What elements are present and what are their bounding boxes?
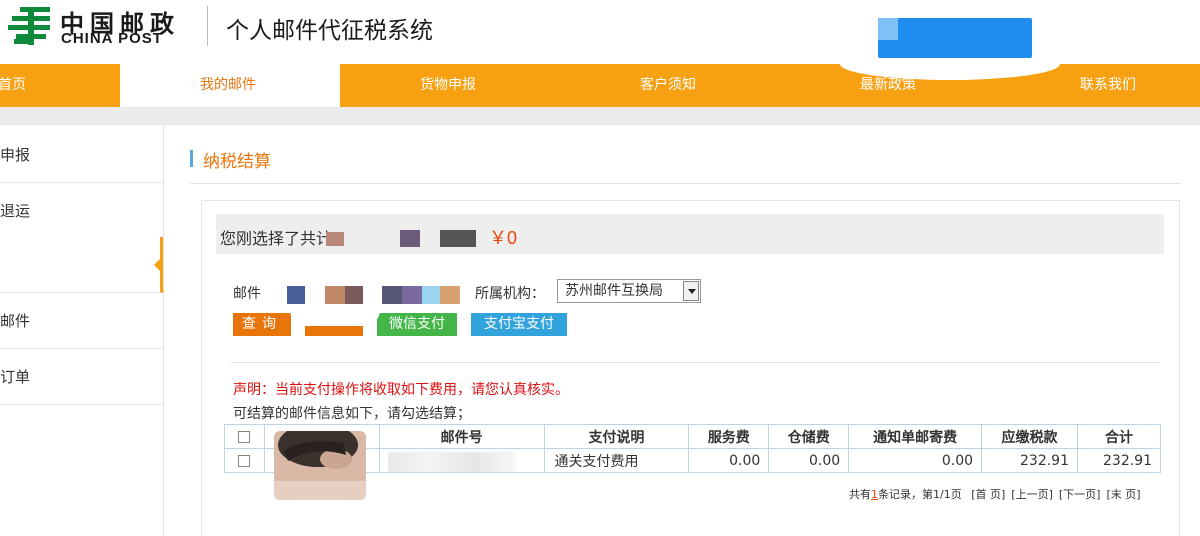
column-header: 仓储费	[768, 424, 850, 449]
redaction-block	[325, 286, 345, 304]
last-page-link[interactable]: [末 页]	[1106, 488, 1140, 501]
redaction-block	[440, 230, 476, 247]
total-cell: 232.91	[1077, 448, 1161, 473]
nav-item-my-mail[interactable]: 我的邮件	[120, 64, 340, 107]
redaction-photo	[274, 431, 366, 500]
nav-shadow-band	[0, 107, 1200, 125]
redacted-user-info-edge	[878, 18, 898, 40]
storage-fee-cell: 0.00	[768, 448, 850, 473]
redaction-block	[287, 286, 305, 304]
sidebar-item-active[interactable]	[0, 237, 163, 293]
system-title: 个人邮件代征税系统	[226, 18, 433, 44]
sidebar: 申报 退运 邮件 订单	[0, 125, 164, 536]
column-header: 合计	[1077, 424, 1161, 449]
column-header: 邮件号	[378, 424, 545, 449]
summary-amount: ￥0	[489, 228, 518, 248]
sidebar-item-label: 申报	[0, 146, 31, 164]
prev-page-link[interactable]: [上一页]	[1011, 488, 1053, 501]
next-page-link[interactable]: [下一页]	[1059, 488, 1101, 501]
logo-english-text: CHINA POST	[61, 30, 163, 47]
nav-item-goods-declaration[interactable]: 货物申报	[420, 64, 620, 107]
redaction-block	[345, 286, 363, 304]
page-title: 纳税结算	[203, 152, 271, 172]
pager-middle: 条记录，第1/1页	[878, 488, 962, 501]
title-divider	[190, 183, 1180, 184]
alipay-button[interactable]: 支付宝支付	[471, 313, 567, 336]
app-header: 中国邮政 CHINA POST 个人邮件代征税系统	[0, 0, 1200, 64]
china-post-logo-icon	[8, 7, 50, 45]
org-select-value: 苏州邮件互换局	[565, 283, 663, 299]
first-page-link[interactable]: [首 页]	[971, 488, 1005, 501]
org-filter-label: 所属机构：	[475, 286, 545, 302]
redaction-block	[400, 230, 420, 247]
redaction-block	[402, 286, 422, 304]
nav-item-customer-notice[interactable]: 客户须知	[640, 64, 840, 107]
tax-cell: 232.91	[981, 448, 1078, 473]
sidebar-item-label: 订单	[0, 368, 31, 386]
redacted-user-info	[878, 18, 1032, 58]
chevron-down-icon	[683, 281, 699, 301]
summary-text: 您刚选择了共计	[220, 229, 333, 248]
column-header: 支付说明	[543, 424, 690, 449]
sidebar-item-orders[interactable]: 订单	[0, 349, 163, 405]
select-all-header	[224, 424, 265, 449]
summary-bar	[216, 214, 1164, 254]
select-all-checkbox[interactable]	[238, 430, 251, 443]
redaction-block	[422, 286, 440, 304]
redaction-block	[440, 286, 460, 304]
sidebar-item-label: 邮件	[0, 312, 31, 330]
list-caption: 可结算的邮件信息如下，请勾选结算；	[233, 406, 471, 422]
column-header: 服务费	[688, 424, 770, 449]
notice-postage-cell: 0.00	[848, 448, 983, 473]
fee-notice: 声明：当前支付操作将收取如下费用，请您认真核实。	[233, 382, 569, 398]
header-divider	[207, 6, 208, 46]
sidebar-item-return[interactable]: 退运	[0, 183, 163, 239]
pager-prefix: 共有	[849, 488, 871, 501]
redaction-block	[326, 232, 344, 246]
redaction-block	[382, 286, 402, 304]
sidebar-item-label: 退运	[0, 202, 31, 220]
query-button[interactable]: 查询	[233, 313, 291, 336]
pay-description-cell: 通关支付费用	[543, 448, 690, 473]
pagination: 共有1条记录，第1/1页 [首 页] [上一页] [下一页] [末 页]	[849, 486, 1141, 502]
nav-item-home[interactable]: 首页	[0, 64, 118, 107]
row-select-cell	[224, 448, 265, 473]
mail-filter-label: 邮件	[233, 286, 261, 302]
column-header: 通知单邮寄费	[848, 424, 983, 449]
record-count: 1	[871, 488, 878, 501]
page-title-accent	[190, 150, 193, 167]
active-indicator-icon	[154, 259, 160, 271]
column-header: 应缴税款	[981, 424, 1078, 449]
row-checkbox[interactable]	[238, 454, 251, 467]
sidebar-item-mail[interactable]: 邮件	[0, 293, 163, 349]
redaction-photo-image	[274, 431, 366, 500]
redaction-cloud	[290, 310, 380, 326]
org-select[interactable]: 苏州邮件互换局	[557, 279, 701, 303]
sidebar-item-declare[interactable]: 申报	[0, 127, 163, 183]
nav-item-contact-us[interactable]: 联系我们	[1080, 64, 1200, 107]
service-fee-cell: 0.00	[688, 448, 770, 473]
section-divider	[231, 362, 1160, 363]
redacted-mail-number	[388, 452, 516, 472]
wechat-pay-button[interactable]: 微信支付	[377, 313, 457, 336]
